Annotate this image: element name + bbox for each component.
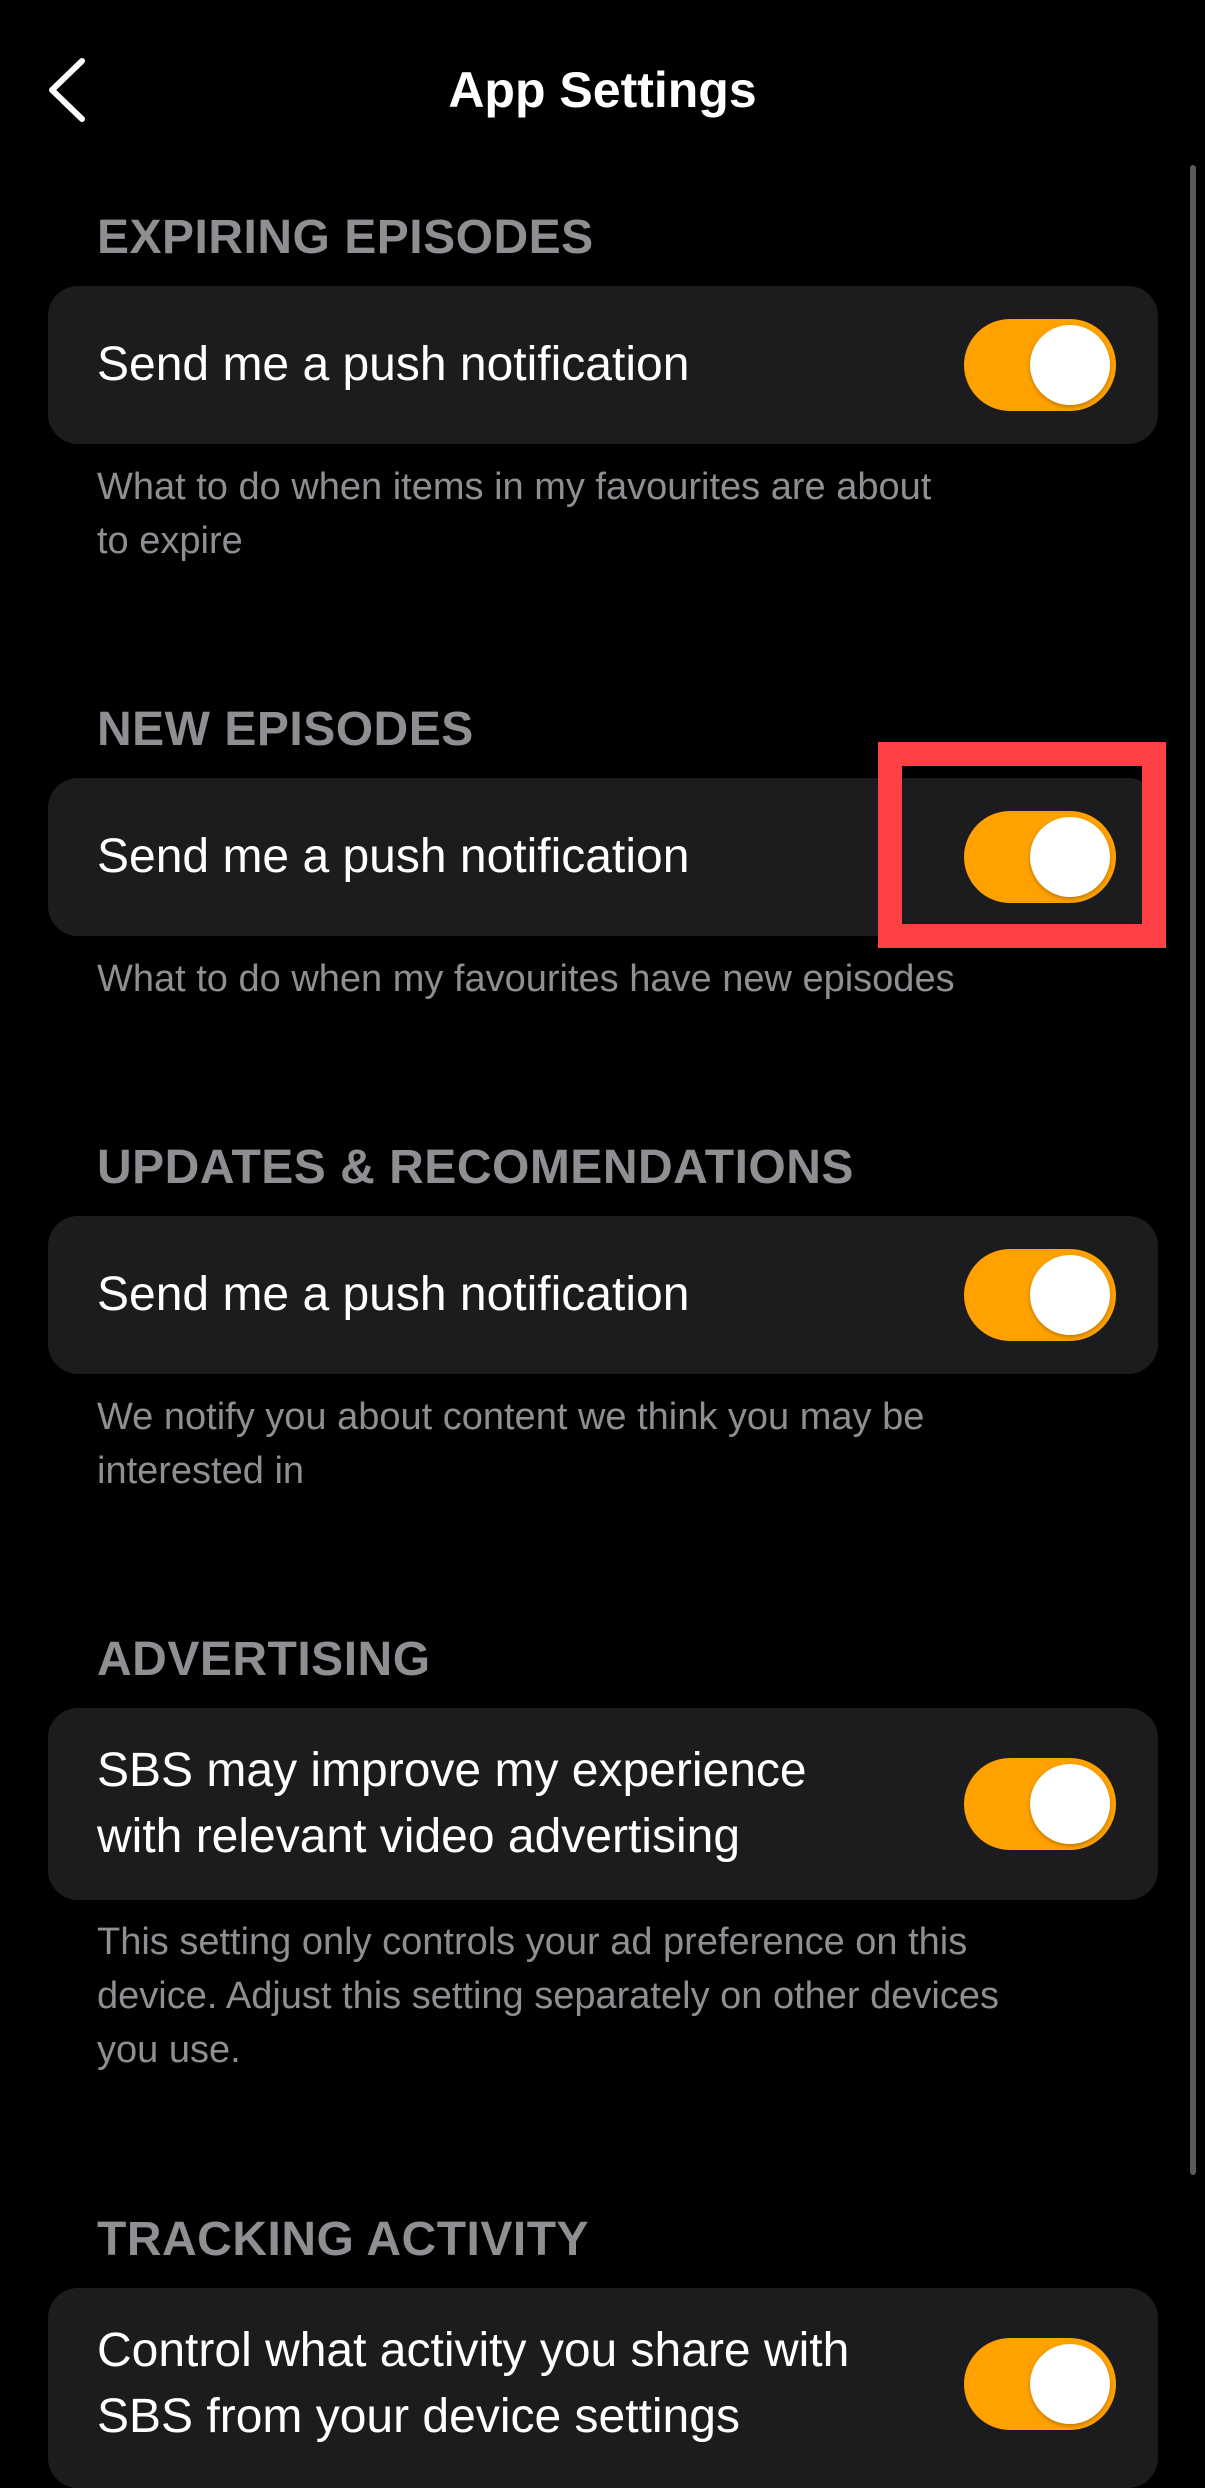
expiring-episodes-toggle[interactable] [964,319,1116,411]
section-description: What to do when my favourites have new e… [97,958,955,1000]
section-description: What to do when items in my favourites a… [97,466,932,562]
section-title-tracking-activity: TRACKING ACTIVITY [97,2213,590,2266]
section-title-expiring-episodes: EXPIRING EPISODES [97,211,594,264]
highlight-annotation [878,742,1166,948]
toggle-knob [1030,2344,1110,2424]
setting-row-updates-recomendations: Send me a push notification [48,1216,1158,1374]
setting-row-tracking-activity: Control what activity you share with SBS… [48,2288,1158,2488]
section-title-updates-recomendations: UPDATES & RECOMENDATIONS [97,1141,854,1194]
section-title-advertising: ADVERTISING [97,1633,431,1686]
advertising-toggle[interactable] [964,1758,1116,1850]
setting-label: Send me a push notification [97,1268,690,1321]
section-description: This setting only controls your ad prefe… [97,1921,999,2071]
setting-row-expiring-episodes: Send me a push notification [48,286,1158,444]
section-description: We notify you about content we think you… [97,1396,925,1492]
setting-label: Control what activity you share with SBS… [97,2324,850,2443]
setting-label: SBS may improve my experience with relev… [97,1744,807,1863]
top-bar: App Settings [0,0,1205,180]
setting-label: Send me a push notification [97,830,690,883]
toggle-knob [1030,325,1110,405]
updates-recomendations-toggle[interactable] [964,1249,1116,1341]
setting-label: Send me a push notification [97,338,690,391]
setting-row-advertising: SBS may improve my experience with relev… [48,1708,1158,1900]
tracking-activity-toggle[interactable] [964,2338,1116,2430]
section-title-new-episodes: NEW EPISODES [97,703,474,756]
scrollbar[interactable] [1190,165,1196,2175]
toggle-knob [1030,1255,1110,1335]
toggle-knob [1030,1764,1110,1844]
page-title: App Settings [448,62,757,118]
